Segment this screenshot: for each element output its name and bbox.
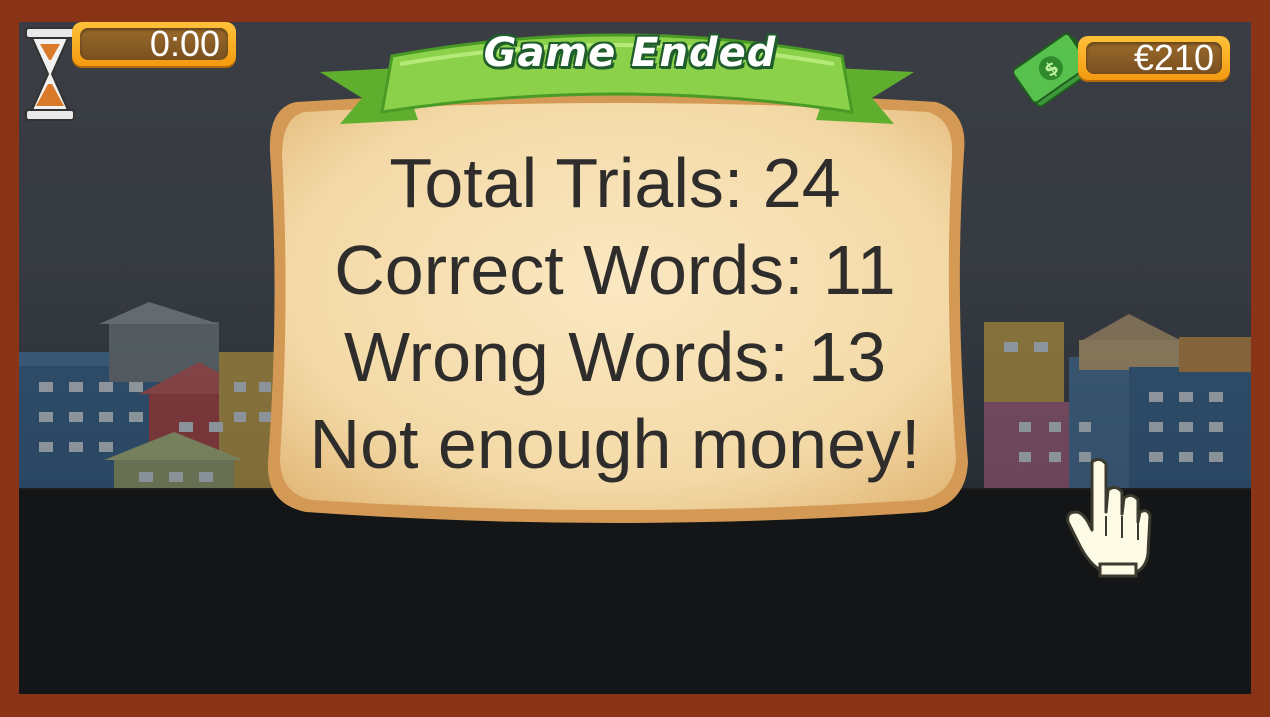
total-trials-line: Total Trials: 24 (389, 144, 841, 222)
wrong-words-line: Wrong Words: 13 (343, 318, 887, 396)
results-text: Total Trials: 24 Correct Words: 11 Wrong… (265, 140, 965, 488)
money-value: €210 (1133, 37, 1214, 78)
hand-pointer-icon[interactable] (1064, 456, 1154, 578)
money-message-line: Not enough money! (309, 405, 921, 483)
hourglass-icon (25, 27, 75, 121)
dialog-title: Game Ended (483, 30, 777, 76)
correct-words-line: Correct Words: 11 (334, 231, 896, 309)
timer-display: 0:00 (72, 22, 236, 66)
timer-value: 0:00 (149, 23, 220, 64)
money-display: €210 (1078, 36, 1230, 80)
